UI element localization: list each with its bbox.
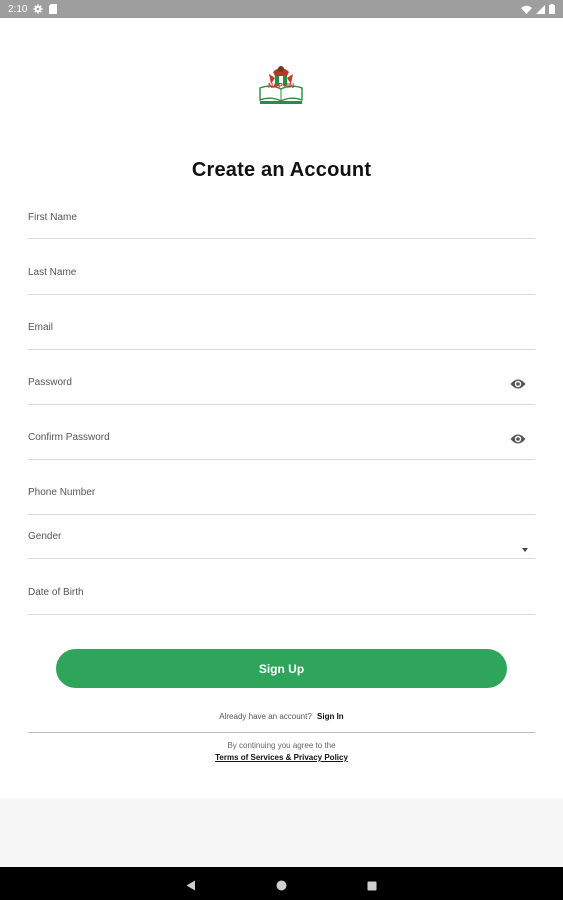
status-bar: 2:10 bbox=[0, 0, 563, 18]
have-account-text: Already have an account? bbox=[219, 712, 312, 721]
status-time: 2:10 bbox=[8, 3, 28, 15]
eye-icon[interactable] bbox=[510, 432, 526, 444]
date-of-birth-label: Date of Birth bbox=[28, 587, 84, 598]
gender-select[interactable]: Gender bbox=[28, 520, 535, 559]
email-field[interactable]: Email bbox=[28, 310, 535, 350]
confirm-password-label: Confirm Password bbox=[28, 432, 110, 443]
page-title: Create an Account bbox=[191, 159, 372, 181]
settings-icon bbox=[33, 4, 44, 14]
password-field[interactable]: Password bbox=[28, 365, 535, 405]
back-icon[interactable] bbox=[186, 878, 196, 891]
naptin-logo: NAPTIN bbox=[257, 62, 305, 106]
chevron-down-icon[interactable] bbox=[521, 540, 529, 552]
terms-row: Terms of Services & Privacy Policy bbox=[0, 753, 563, 762]
password-label: Password bbox=[28, 377, 72, 388]
eye-icon[interactable] bbox=[510, 377, 526, 389]
have-account-row: Already have an account? Sign In bbox=[0, 712, 563, 721]
confirm-password-field[interactable]: Confirm Password bbox=[28, 420, 535, 460]
home-icon[interactable] bbox=[276, 878, 287, 891]
wifi-icon bbox=[521, 5, 532, 14]
first-name-label: First Name bbox=[28, 212, 77, 223]
sd-card-icon bbox=[49, 4, 58, 14]
agree-text: By continuing you agree to the bbox=[227, 741, 336, 750]
last-name-field[interactable]: Last Name bbox=[28, 255, 535, 295]
signal-icon bbox=[536, 4, 545, 14]
phone-number-field[interactable]: Phone Number bbox=[28, 475, 535, 515]
signup-screen: 2:10 NAPTIN Create an Account First Name… bbox=[0, 0, 563, 900]
last-name-label: Last Name bbox=[28, 267, 77, 278]
logo-text: NAPTIN bbox=[267, 83, 295, 90]
first-name-field[interactable]: First Name bbox=[28, 200, 535, 239]
date-of-birth-field[interactable]: Date of Birth bbox=[28, 575, 535, 615]
email-label: Email bbox=[28, 322, 54, 333]
divider bbox=[28, 732, 535, 733]
sign-up-button[interactable]: Sign Up bbox=[56, 649, 507, 688]
sign-in-link[interactable]: Sign In bbox=[317, 712, 344, 721]
phone-number-label: Phone Number bbox=[28, 487, 96, 498]
gender-label: Gender bbox=[28, 531, 62, 542]
recents-icon[interactable] bbox=[367, 878, 377, 891]
terms-link[interactable]: Terms of Services & Privacy Policy bbox=[215, 753, 348, 762]
bottom-area bbox=[0, 798, 563, 867]
battery-icon bbox=[549, 4, 555, 14]
